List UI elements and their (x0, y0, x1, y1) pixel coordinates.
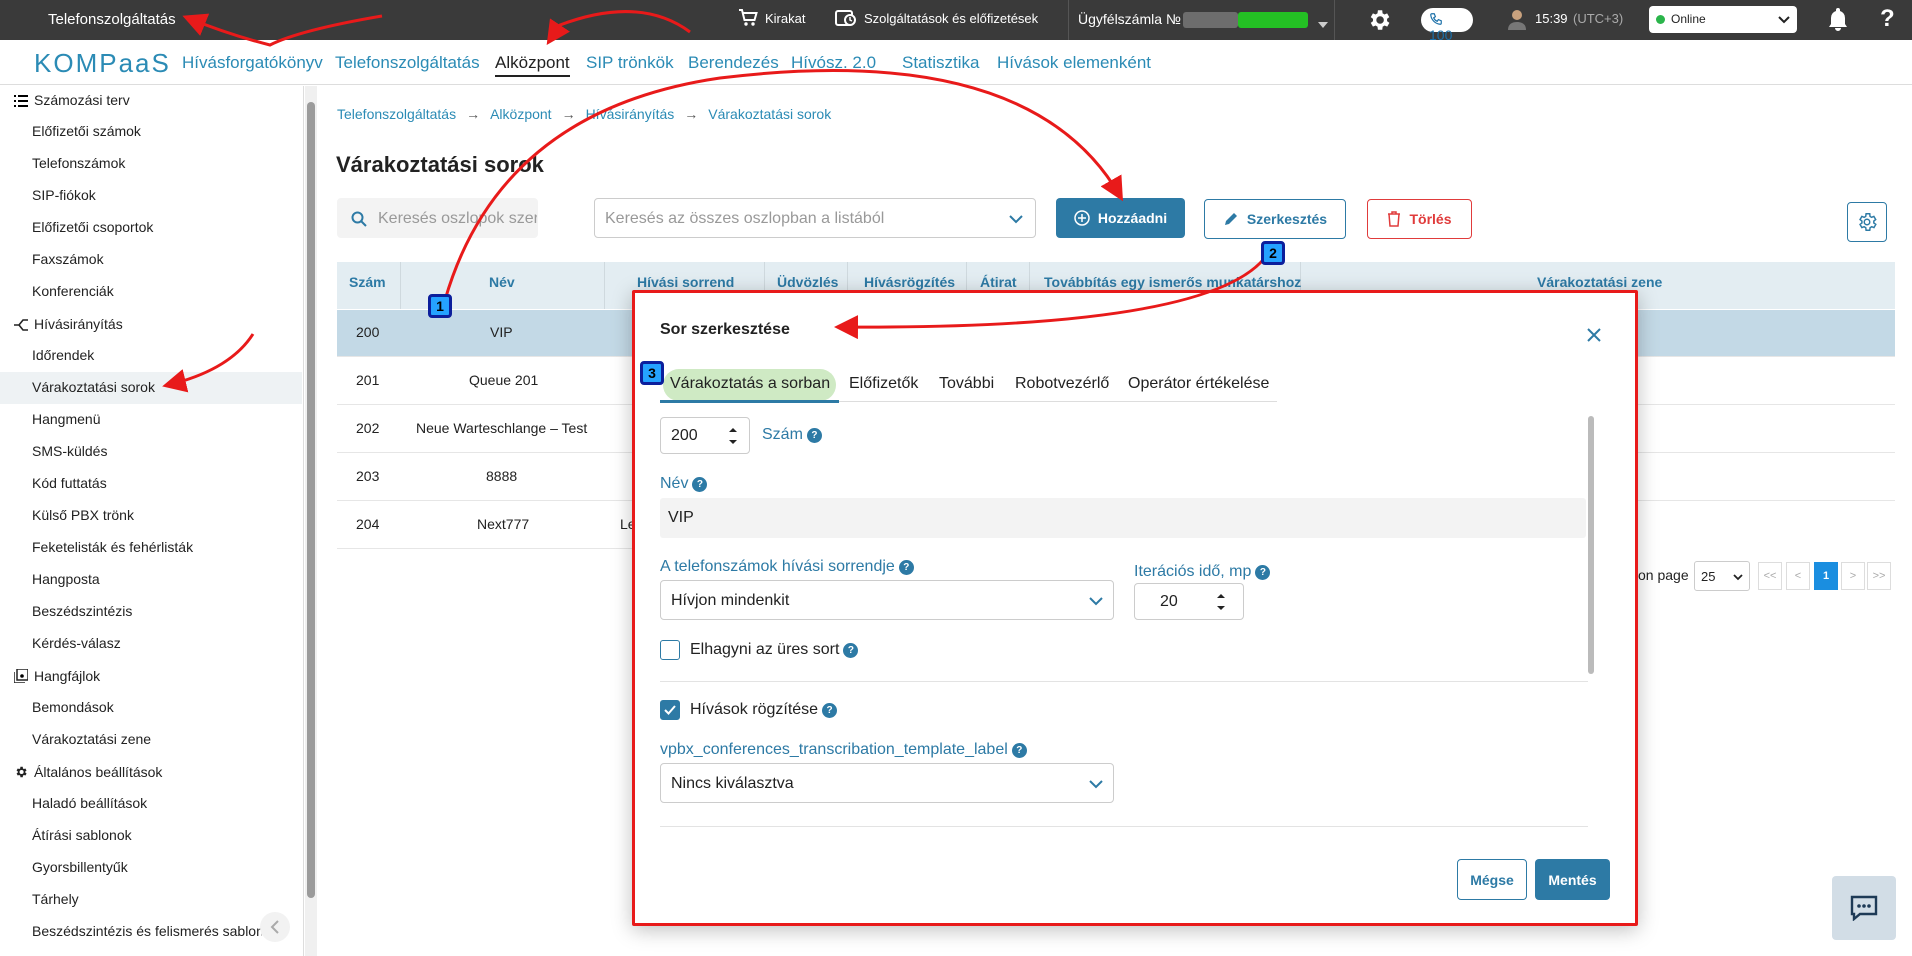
annotation-arrow (182, 13, 383, 47)
annotation-badge: 2 (1261, 241, 1285, 265)
annotation-arrow (834, 243, 1275, 340)
annotation-arrow (443, 69, 1124, 301)
annotation-badge: 3 (640, 361, 664, 385)
annotation-badge: 1 (428, 294, 452, 318)
annotation-arrows (162, 10, 1275, 393)
annotation-arrow (162, 333, 255, 393)
annotation-arrow (546, 10, 691, 45)
